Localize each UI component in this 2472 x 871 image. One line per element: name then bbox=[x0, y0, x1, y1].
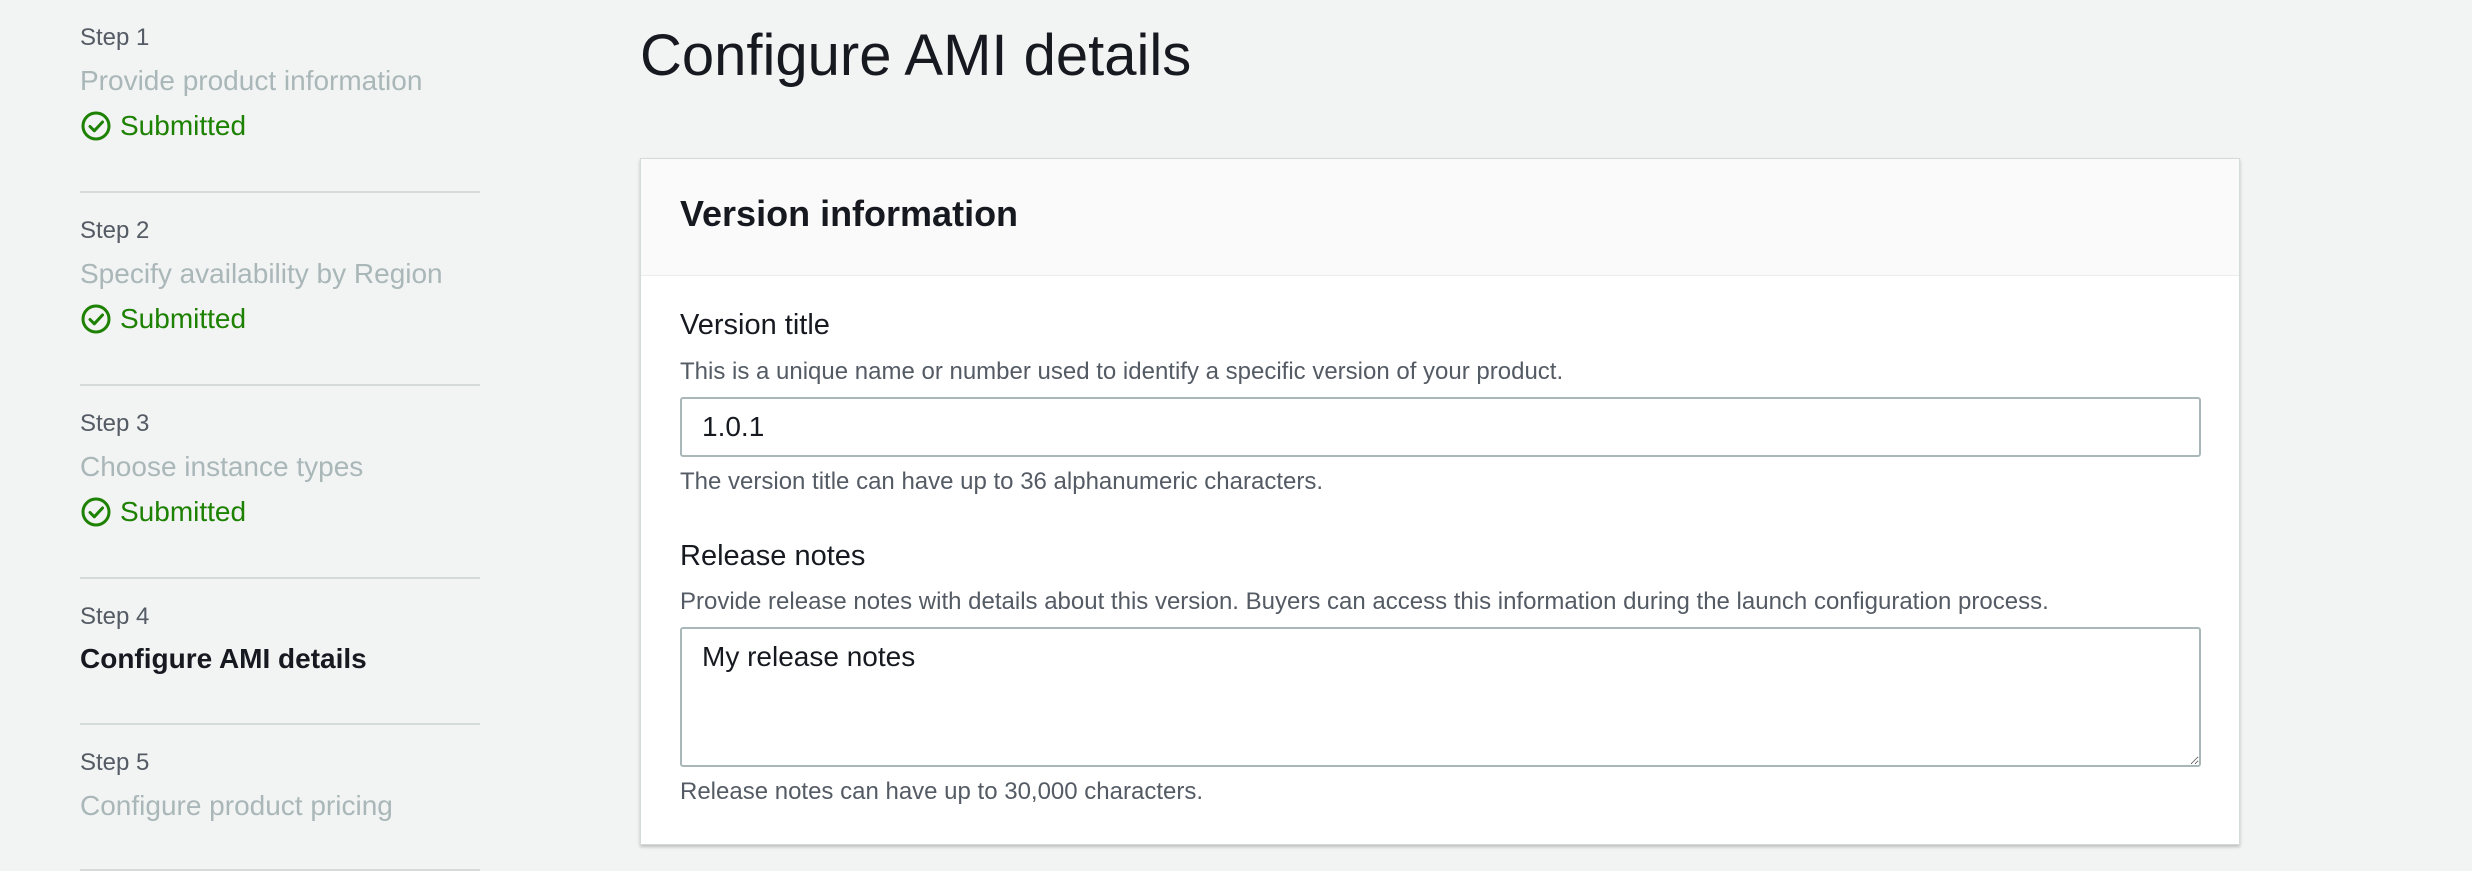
step-number: Step 5 bbox=[80, 749, 150, 776]
status-label: Submitted bbox=[120, 496, 247, 527]
step-title[interactable]: Choose instance types bbox=[80, 451, 363, 483]
step-status-submitted: Submitted bbox=[80, 303, 246, 335]
release-notes-label: Release notes bbox=[680, 540, 866, 572]
version-information-panel: Version information Version title This i… bbox=[640, 158, 2240, 845]
version-title-description: This is a unique name or number used to … bbox=[680, 358, 1564, 385]
step-title[interactable]: Provide product information bbox=[80, 65, 422, 97]
page-title: Configure AMI details bbox=[640, 23, 1192, 88]
step-number: Step 1 bbox=[80, 24, 150, 51]
check-circle-icon bbox=[81, 497, 111, 527]
step-status-submitted: Submitted bbox=[80, 496, 246, 528]
version-title-constraint: The version title can have up to 36 alph… bbox=[680, 468, 1324, 495]
version-title-label: Version title bbox=[680, 309, 830, 341]
release-notes-constraint: Release notes can have up to 30,000 char… bbox=[680, 778, 1204, 805]
step-number: Step 2 bbox=[80, 217, 150, 244]
wizard-step-2[interactable]: Step 2 Specify availability by Region Su… bbox=[80, 193, 480, 386]
step-title-current: Configure AMI details bbox=[80, 643, 367, 674]
panel-title: Version information bbox=[680, 193, 1019, 234]
step-status-submitted: Submitted bbox=[80, 110, 246, 142]
status-label: Submitted bbox=[120, 110, 247, 141]
version-title-input[interactable] bbox=[680, 397, 2201, 457]
step-number: Step 3 bbox=[80, 410, 150, 437]
release-notes-textarea[interactable]: My release notes bbox=[680, 627, 2201, 767]
step-number: Step 4 bbox=[80, 603, 150, 630]
step-title: Configure product pricing bbox=[80, 790, 393, 821]
step-title[interactable]: Specify availability by Region bbox=[80, 258, 443, 290]
check-circle-icon bbox=[81, 111, 111, 141]
release-notes-description: Provide release notes with details about… bbox=[680, 588, 2049, 615]
wizard-step-3[interactable]: Step 3 Choose instance types Submitted bbox=[80, 386, 480, 579]
wizard-step-1[interactable]: Step 1 Provide product information Submi… bbox=[80, 0, 480, 193]
check-circle-icon bbox=[81, 304, 111, 334]
wizard-step-4: Step 4 Configure AMI details bbox=[80, 579, 480, 725]
status-label: Submitted bbox=[120, 303, 247, 334]
panel-header: Version information bbox=[641, 159, 2239, 276]
wizard-steps-nav: Step 1 Provide product information Submi… bbox=[80, 0, 480, 871]
wizard-step-5: Step 5 Configure product pricing bbox=[80, 725, 480, 871]
